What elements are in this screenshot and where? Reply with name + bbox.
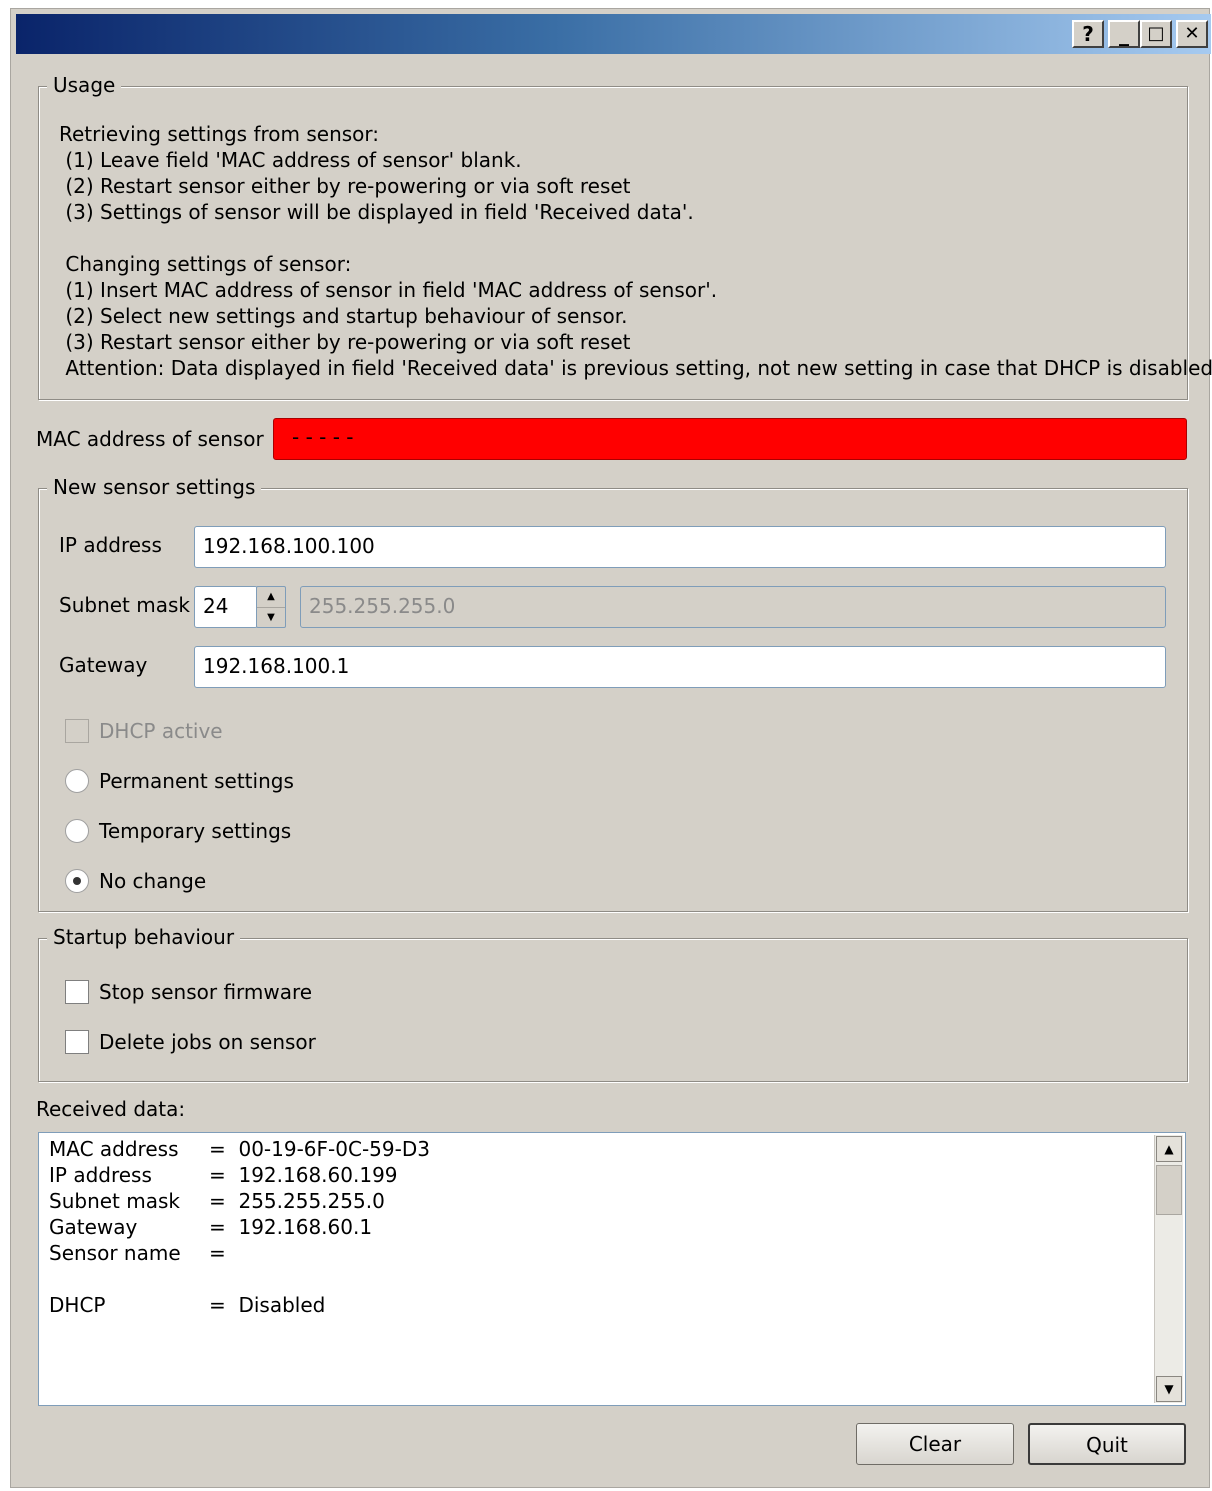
received-label: Received data: — [36, 1097, 186, 1121]
usage-line: Retrieving settings from sensor: — [59, 122, 380, 146]
new-settings-legend: New sensor settings — [47, 475, 262, 499]
startup-legend: Startup behaviour — [47, 925, 241, 949]
stop-firmware-checkbox[interactable] — [65, 980, 89, 1004]
stop-firmware-label: Stop sensor firmware — [99, 980, 313, 1004]
minimize-button[interactable]: _ — [1108, 20, 1140, 48]
dhcp-label: DHCP active — [99, 719, 223, 743]
subnet-mask-display: 255.255.255.0 — [300, 586, 1166, 628]
close-button[interactable]: ✕ — [1176, 20, 1208, 48]
scroll-up-arrow-icon[interactable]: ▲ — [1156, 1136, 1182, 1162]
ip-label: IP address — [59, 533, 162, 557]
startup-group: Startup behaviour Stop sensor firmware D… — [38, 925, 1188, 1082]
usage-line: Attention: Data displayed in field 'Rece… — [59, 356, 1212, 380]
quit-button[interactable]: Quit — [1028, 1423, 1186, 1465]
usage-line: (1) Leave field 'MAC address of sensor' … — [59, 148, 522, 172]
nochange-label: No change — [99, 869, 207, 893]
usage-line: Changing settings of sensor: — [59, 252, 352, 276]
gateway-label: Gateway — [59, 653, 148, 677]
received-row: Subnet mask = 255.255.255.0 — [49, 1189, 385, 1213]
clear-button[interactable]: Clear — [856, 1423, 1014, 1465]
received-row: IP address = 192.168.60.199 — [49, 1163, 398, 1187]
title-bar[interactable]: ? _ □ ✕ — [16, 14, 1211, 54]
usage-line — [59, 225, 1212, 251]
dialog-window: ? _ □ ✕ Usage Retrieving settings from s… — [10, 8, 1212, 1488]
spin-up-arrow-icon[interactable]: ▲ — [257, 587, 285, 608]
usage-text: Retrieving settings from sensor: (1) Lea… — [59, 121, 1212, 381]
received-data-textarea[interactable]: MAC address = 00-19-6F-0C-59-D3 IP addres… — [38, 1132, 1186, 1406]
vertical-scrollbar[interactable]: ▲ ▼ — [1154, 1135, 1183, 1403]
usage-line: (2) Select new settings and startup beha… — [59, 304, 628, 328]
received-row: DHCP = Disabled — [49, 1293, 326, 1317]
scrollbar-thumb[interactable] — [1156, 1165, 1182, 1215]
temporary-label: Temporary settings — [99, 819, 292, 843]
usage-line: (1) Insert MAC address of sensor in fiel… — [59, 278, 718, 302]
delete-jobs-checkbox[interactable] — [65, 1030, 89, 1054]
delete-jobs-label: Delete jobs on sensor — [99, 1030, 316, 1054]
usage-line: (2) Restart sensor either by re-powering… — [59, 174, 631, 198]
mac-address-input[interactable]: - - - - - — [273, 418, 1187, 460]
dhcp-checkbox[interactable] — [65, 719, 89, 743]
maximize-button[interactable]: □ — [1140, 20, 1172, 48]
spin-down-arrow-icon[interactable]: ▼ — [257, 608, 285, 628]
gateway-input[interactable]: 192.168.100.1 — [194, 646, 1166, 688]
usage-legend: Usage — [47, 73, 122, 97]
subnet-label: Subnet mask — [59, 593, 190, 617]
usage-line: (3) Restart sensor either by re-powering… — [59, 330, 631, 354]
subnet-prefix-input[interactable]: 24 — [194, 586, 258, 628]
usage-group: Usage Retrieving settings from sensor: (… — [38, 73, 1212, 400]
help-button[interactable]: ? — [1072, 20, 1104, 48]
radio-selected-dot — [73, 877, 81, 885]
received-row: MAC address = 00-19-6F-0C-59-D3 — [49, 1137, 430, 1161]
ip-address-input[interactable]: 192.168.100.100 — [194, 526, 1166, 568]
nochange-radio[interactable] — [65, 869, 89, 893]
subnet-spinner[interactable]: ▲ ▼ — [256, 586, 286, 628]
mac-label: MAC address of sensor — [36, 427, 264, 451]
scroll-down-arrow-icon[interactable]: ▼ — [1156, 1376, 1182, 1402]
received-row: Sensor name = — [49, 1241, 226, 1265]
permanent-label: Permanent settings — [99, 769, 294, 793]
usage-line: (3) Settings of sensor will be displayed… — [59, 200, 694, 224]
permanent-radio[interactable] — [65, 769, 89, 793]
temporary-radio[interactable] — [65, 819, 89, 843]
received-row: Gateway = 192.168.60.1 — [49, 1215, 373, 1239]
new-settings-group: New sensor settings IP address 192.168.1… — [38, 475, 1188, 912]
